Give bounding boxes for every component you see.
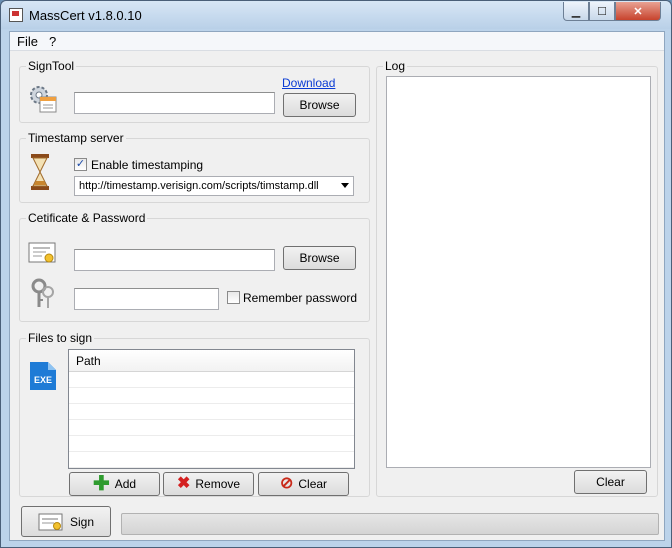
path-column-header[interactable]: Path — [69, 350, 354, 372]
plus-icon: ✚ — [92, 473, 110, 495]
signtool-browse-button[interactable]: Browse — [283, 93, 356, 117]
download-link[interactable]: Download — [282, 76, 335, 90]
remove-button[interactable]: ✖ Remove — [163, 472, 254, 496]
sign-label: Sign — [69, 514, 95, 529]
exe-file-icon: EXE — [28, 361, 58, 391]
app-window: MassCert v1.8.0.10 ▁ ☐ ✕ File ? SignTool… — [0, 0, 672, 548]
files-clear-label: Clear — [298, 477, 328, 491]
log-group: Log — [376, 59, 658, 497]
title-bar[interactable]: MassCert v1.8.0.10 ▁ ☐ ✕ — [1, 1, 671, 29]
menu-bar: File ? — [10, 32, 664, 51]
files-group: Files to sign EXE Path ✚ Add ✖ Remove ⊘ … — [19, 331, 370, 497]
enable-timestamping-checkbox[interactable]: ✓ — [74, 158, 87, 171]
remove-x-icon: ✖ — [176, 475, 191, 492]
table-row[interactable] — [69, 388, 354, 404]
table-row[interactable] — [69, 452, 354, 468]
menu-file[interactable]: File — [17, 34, 38, 49]
timestamp-group: Timestamp server ✓ Enable timestamping h… — [19, 131, 370, 203]
sign-button[interactable]: Sign — [21, 506, 111, 537]
certificate-group: Cetificate & Password Browse Remember pa… — [19, 211, 370, 322]
password-input[interactable] — [74, 288, 219, 310]
timestamp-server-value: http://timestamp.verisign.com/scripts/ti… — [79, 180, 319, 192]
signtool-group-label: SignTool — [26, 59, 77, 73]
maximize-icon: ☐ — [597, 5, 607, 18]
window-title: MassCert v1.8.0.10 — [29, 8, 142, 23]
remember-password-checkbox[interactable] — [227, 291, 240, 304]
timestamp-group-label: Timestamp server — [26, 131, 126, 145]
enable-timestamping-label: Enable timestamping — [91, 158, 204, 172]
certificate-browse-button[interactable]: Browse — [283, 246, 356, 270]
close-icon: ✕ — [633, 5, 643, 18]
certificate-icon — [28, 242, 56, 263]
progress-bar — [121, 513, 659, 535]
table-row[interactable] — [69, 404, 354, 420]
hourglass-icon — [31, 154, 49, 190]
files-list[interactable]: Path — [68, 349, 355, 469]
minimize-icon: ▁ — [571, 5, 581, 18]
files-group-label: Files to sign — [26, 331, 95, 345]
signtool-group: SignTool Download Browse — [19, 59, 370, 123]
menu-help[interactable]: ? — [49, 34, 56, 49]
exe-file-icon-text: EXE — [34, 375, 53, 385]
log-clear-label: Clear — [596, 475, 625, 489]
signtool-gear-icon — [30, 86, 57, 113]
table-row[interactable] — [69, 372, 354, 388]
remember-password-label: Remember password — [243, 291, 358, 305]
certificate-group-label: Cetificate & Password — [26, 211, 148, 225]
log-output[interactable] — [386, 76, 651, 468]
client-area: File ? SignTool Download Browse Timestam… — [9, 31, 665, 541]
add-label: Add — [114, 477, 137, 491]
maximize-button[interactable]: ☐ — [589, 2, 615, 21]
table-row[interactable] — [69, 420, 354, 436]
remove-label: Remove — [195, 477, 241, 491]
certificate-path-input[interactable] — [74, 249, 275, 271]
app-icon[interactable] — [9, 8, 23, 22]
log-clear-button[interactable]: Clear — [574, 470, 647, 494]
signtool-browse-label: Browse — [299, 98, 340, 112]
table-row[interactable] — [69, 436, 354, 452]
signtool-path-input[interactable] — [74, 92, 275, 114]
keys-icon — [31, 278, 54, 308]
timestamp-server-select[interactable]: http://timestamp.verisign.com/scripts/ti… — [74, 176, 354, 196]
files-clear-button[interactable]: ⊘ Clear — [258, 472, 349, 496]
log-group-label: Log — [383, 59, 408, 73]
chevron-down-icon — [341, 183, 349, 188]
sign-certificate-icon — [38, 513, 63, 530]
close-button[interactable]: ✕ — [615, 2, 661, 21]
no-entry-icon: ⊘ — [279, 475, 294, 492]
add-button[interactable]: ✚ Add — [69, 472, 160, 496]
certificate-browse-label: Browse — [299, 251, 340, 265]
minimize-button[interactable]: ▁ — [563, 2, 589, 21]
